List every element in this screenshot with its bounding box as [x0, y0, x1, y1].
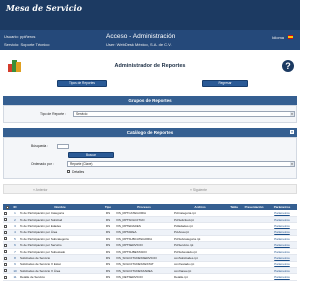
- groups-section-header: Grupos de Reportes: [3, 96, 297, 105]
- search-label: Búsqueda :: [31, 144, 49, 148]
- groups-section: Tipo de Reporte : Servicio ▾: [3, 105, 297, 123]
- company-name: User: WebDesk México, S.A. de C.V.: [106, 42, 172, 47]
- app-logo: Mesa de Servicio: [6, 3, 82, 13]
- catalog-section-title: Catálogo de Reportes: [126, 130, 174, 135]
- params-link[interactable]: Parámetros: [267, 273, 297, 281]
- user-name: Usuario: ppiñeros: [4, 34, 36, 39]
- search-button[interactable]: Buscar: [68, 152, 114, 158]
- report-types-button[interactable]: Tipos de Reportes: [57, 80, 107, 87]
- cell-presentation: [241, 273, 267, 281]
- row-checkbox[interactable]: [4, 237, 7, 241]
- row-checkbox[interactable]: [4, 231, 7, 235]
- page-section-title: Acceso - Administración: [106, 33, 176, 40]
- row-checkbox[interactable]: [4, 269, 7, 273]
- session-info-bar: Usuario: ppiñeros Servicio: Soporte Técn…: [0, 30, 300, 50]
- collapse-icon[interactable]: ×: [290, 130, 294, 134]
- search-input[interactable]: [57, 144, 69, 149]
- report-type-value: Servicio: [76, 112, 88, 116]
- chevron-down-icon: ▾: [290, 112, 294, 116]
- help-icon[interactable]: ?: [282, 60, 294, 72]
- row-checkbox[interactable]: [4, 250, 7, 254]
- cell-file: Detalle.rpt: [173, 273, 227, 281]
- cell-process: VIS_DETSERVICIO: [115, 273, 173, 281]
- row-checkbox[interactable]: [4, 211, 7, 215]
- spain-flag-icon[interactable]: [288, 35, 293, 39]
- order-label: Ordenado por :: [31, 162, 54, 166]
- app-window: Mesa de Servicio Usuario: ppiñeros Servi…: [0, 0, 300, 300]
- report-type-label: Tipo de Reporte :: [40, 112, 67, 116]
- top-banner: Mesa de Servicio: [0, 0, 300, 30]
- back-button[interactable]: Regresar: [202, 80, 248, 87]
- cell-type: RS: [101, 273, 115, 281]
- order-select[interactable]: Reporte (Clave) ▾: [67, 161, 295, 167]
- row-checkbox[interactable]: [4, 263, 7, 267]
- report-type-select[interactable]: Servicio ▾: [73, 111, 295, 117]
- row-checkbox[interactable]: [4, 243, 7, 247]
- order-value: Reporte (Clave): [70, 162, 93, 166]
- pagination-bar: « Anterior » Siguiente: [3, 184, 297, 194]
- language-link[interactable]: Idioma: [272, 35, 284, 40]
- service-name: Servicio: Soporte Técnico: [4, 42, 50, 47]
- chevron-down-icon: ▾: [290, 162, 294, 166]
- row-checkbox[interactable]: [4, 218, 7, 222]
- prev-page-link[interactable]: « Anterior: [33, 188, 48, 192]
- next-page-link[interactable]: » Siguiente: [190, 188, 207, 192]
- table-row[interactable]: 11 Detalle de Servicio RS VIS_DETSERVICIO De…: [3, 273, 297, 281]
- catalog-filters: Búsqueda : Buscar Ordenado por : Reporte…: [3, 137, 297, 179]
- cell-table: [227, 273, 241, 281]
- cell-id: 11: [11, 273, 19, 281]
- details-checkbox[interactable]: [67, 170, 70, 173]
- catalog-section-header: Catálogo de Reportes ×: [3, 128, 297, 137]
- row-checkbox[interactable]: [4, 256, 7, 260]
- row-checkbox[interactable]: [4, 275, 7, 279]
- row-checkbox[interactable]: [4, 224, 7, 228]
- details-label: Detalles: [72, 170, 85, 174]
- row-select-cell[interactable]: [3, 273, 11, 281]
- page-title: Administrador de Reportes: [114, 63, 186, 69]
- cell-name: Detalle de Servicio: [19, 273, 101, 281]
- reports-table: ID Nombre Tipo Procesos Archivo Tabla Pr…: [3, 204, 297, 281]
- select-all-checkbox[interactable]: [5, 205, 9, 209]
